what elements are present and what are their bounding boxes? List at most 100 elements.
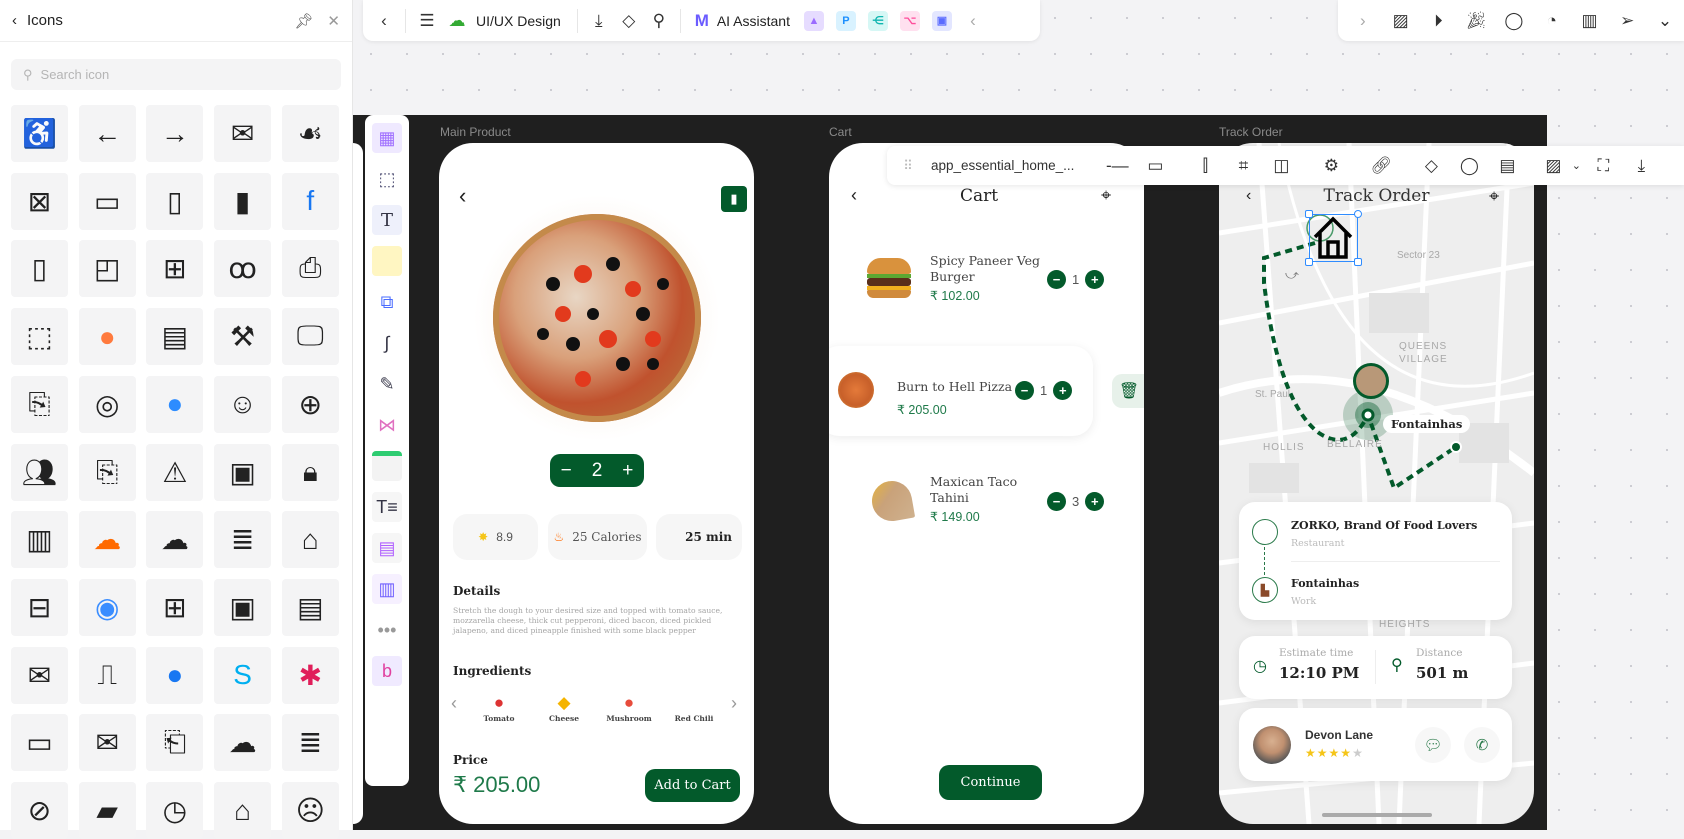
comment-icon[interactable]: ◯ (1454, 151, 1484, 181)
window-plus-icon[interactable]: ⊞ (146, 240, 204, 298)
board-name[interactable]: UI/UX Design (476, 13, 561, 29)
clock-icon[interactable]: ◷ (146, 782, 204, 839)
rotate-handle-icon[interactable]: ⤻ (1285, 267, 1299, 283)
monitor-plus-icon[interactable]: ⊞ (146, 578, 204, 636)
reddit-icon[interactable]: ● (78, 308, 136, 366)
notes-icon[interactable]: ▤ (1492, 151, 1522, 181)
tags-icon[interactable]: ◇ (1416, 151, 1446, 181)
search-icon[interactable]: ⚲ (644, 6, 674, 36)
ai-assistant-button[interactable]: AI Assistant (717, 13, 790, 29)
sticky-lock-icon[interactable]: ▨ (1386, 6, 1416, 36)
ingredient-item[interactable]: Red Chili (664, 693, 724, 723)
decrease-button[interactable]: − (1015, 381, 1034, 400)
locate-icon[interactable]: ⌖ (1489, 186, 1499, 207)
chart-file-icon[interactable]: ⎍ (78, 646, 136, 704)
wallet-icon[interactable]: ▭ (78, 172, 136, 230)
drag-handle-icon[interactable]: ⠿ (893, 151, 923, 181)
templates-icon[interactable]: ▦ (372, 123, 402, 153)
mail-icon[interactable]: ✉ (214, 105, 272, 162)
text-tool-icon[interactable]: T (372, 205, 402, 235)
table-tool-icon[interactable] (372, 451, 402, 481)
frame-label-main[interactable]: Main Product (440, 125, 511, 139)
smile-icon[interactable]: ☺ (214, 375, 272, 433)
add-to-cart-button[interactable]: Add to Cart (645, 769, 740, 802)
increase-button[interactable]: + (1053, 381, 1073, 400)
frame-label-track[interactable]: Track Order (1219, 125, 1283, 139)
facebook-circle-icon[interactable]: ● (146, 646, 204, 704)
file-image-icon[interactable]: ▣ (214, 443, 272, 501)
home-icon[interactable]: ⌂ (281, 511, 339, 569)
banknotes-icon[interactable]: ▤ (146, 308, 204, 366)
increase-button[interactable]: + (1085, 492, 1105, 511)
accessibility-icon[interactable]: ♿ (11, 105, 68, 162)
soundcloud-icon[interactable]: ☁ (78, 511, 136, 569)
window-document-icon[interactable]: ▤ (281, 578, 339, 636)
apps-box-icon[interactable]: b (372, 656, 402, 686)
cherry-icon[interactable]: ꝏ (214, 240, 272, 298)
selected-home-icon[interactable] (1305, 210, 1362, 266)
download-icon[interactable]: ⤓ (584, 6, 614, 36)
receipt-icon[interactable]: ≣ (281, 714, 339, 772)
skype-icon[interactable]: S (214, 646, 272, 704)
back-icon[interactable]: ‹ (459, 183, 466, 209)
home-outline-icon[interactable]: ⌂ (214, 782, 272, 839)
sleepy-face-icon[interactable]: ☹ (281, 782, 339, 839)
bookmark-icon[interactable]: ▮ (721, 186, 747, 212)
back-icon[interactable]: ‹ (369, 6, 399, 36)
file-block-icon[interactable]: ⊘ (11, 782, 68, 839)
doc-tool-icon[interactable]: T≡ (372, 492, 402, 522)
card-add-icon[interactable]: ⊕ (281, 375, 339, 433)
money-icon[interactable]: ▥ (11, 511, 68, 569)
comment-icon[interactable]: ◯ (1499, 6, 1529, 36)
more-icon[interactable]: ⌄ (1650, 6, 1680, 36)
shapes-icon[interactable]: ⧉ (372, 287, 402, 317)
courier-avatar-pin[interactable] (1353, 363, 1389, 399)
file-trend-icon[interactable]: ⎘ (78, 443, 136, 501)
frame-select-icon[interactable]: ⬚ (11, 308, 68, 366)
sticky-note-icon[interactable] (372, 246, 402, 276)
presentation-icon[interactable]: P (835, 10, 856, 31)
quantity-stepper[interactable]: − 2 + (550, 454, 644, 487)
cursor-icon[interactable]: ➢ (1612, 6, 1642, 36)
mindmap-icon[interactable]: ⋲ (867, 10, 888, 31)
flowchart-icon[interactable]: ⌥ (899, 10, 920, 31)
caption-icon[interactable]: ▭ (1140, 151, 1170, 181)
document-icon[interactable]: ≣ (214, 511, 272, 569)
users-icon[interactable]: 👥︎ (11, 443, 68, 501)
cloud-chat-icon[interactable]: ☁ (214, 714, 272, 772)
locate-icon[interactable]: ⌖ (1101, 185, 1111, 206)
slack-icon[interactable]: ✱ (281, 646, 339, 704)
ingredient-item[interactable]: ● Tomato (469, 693, 529, 723)
ingredients-prev-icon[interactable]: ‹ (451, 693, 457, 714)
cash-icon[interactable]: ▣ (214, 578, 272, 636)
link-icon[interactable]: 🔗︎ (1366, 151, 1396, 181)
save-down-icon[interactable]: ⎗ (146, 714, 204, 772)
increase-button[interactable]: + (1085, 270, 1105, 289)
align-icon[interactable]: ⫿ (1190, 151, 1220, 181)
replace-image-icon[interactable]: ▨ (1538, 151, 1568, 181)
lock-file-icon[interactable]: 🔒︎ (281, 443, 339, 501)
pen-icon[interactable]: ✎ (372, 369, 402, 399)
connector-icon[interactable]: ∫ (372, 328, 402, 358)
search-input[interactable]: ⚲ Search icon (11, 59, 341, 90)
chat-icon[interactable]: ▣ (931, 10, 952, 31)
messenger-icon[interactable]: ● (146, 375, 204, 433)
devices-icon[interactable]: ▭ (11, 714, 68, 772)
delete-button[interactable]: 🗑︎ (1112, 374, 1144, 408)
back-icon[interactable]: ‹ (12, 12, 17, 29)
ingredient-item[interactable]: ● Mushroom (599, 693, 659, 723)
continue-button[interactable]: Continue (939, 765, 1042, 800)
call-button[interactable]: ✆ (1464, 727, 1500, 763)
hand-heart-icon[interactable]: ☙ (281, 105, 339, 162)
frame-label-cart[interactable]: Cart (829, 125, 852, 139)
facebook-icon[interactable]: f (281, 172, 339, 230)
timer-icon[interactable]: ◔ (1537, 6, 1567, 36)
vote-icon[interactable]: ▥ (1574, 6, 1604, 36)
card-remove-icon[interactable]: ⊠ (11, 172, 68, 230)
element-name[interactable]: app_essential_home_... (931, 158, 1074, 173)
cloud-network-icon[interactable]: ☁ (146, 511, 204, 569)
dropdown-chevron-icon[interactable]: ⌄ (1568, 151, 1584, 181)
frame-tool-icon[interactable]: ⬚ (372, 164, 402, 194)
arrow-left-icon[interactable]: ← (78, 105, 136, 162)
expand-icon[interactable]: › (1348, 6, 1378, 36)
